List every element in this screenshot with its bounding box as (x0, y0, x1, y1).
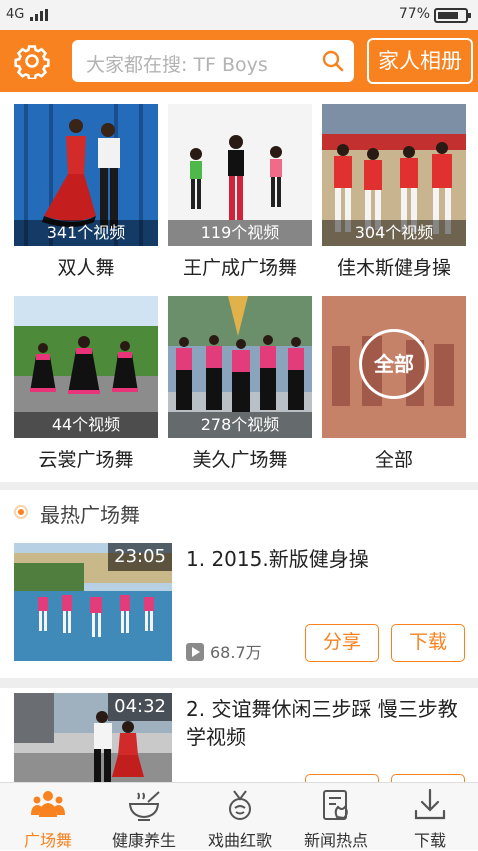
nav-item-opera[interactable]: 戏曲红歌 (192, 783, 288, 851)
bullet-icon (14, 505, 28, 519)
bottom-nav: 广场舞 健康养生 戏曲红歌 新闻热点 下载 (0, 782, 478, 850)
battery-icon (434, 8, 471, 23)
nav-label: 健康养生 (111, 831, 176, 850)
video-thumbnail[interactable]: 23:05 (14, 543, 172, 661)
share-button[interactable]: 分享 (305, 624, 379, 662)
category-grid: 341个视频 双人舞 119个视频 王广成广场舞 304个视频 佳木斯健身操 4… (0, 92, 478, 482)
video-duration: 23:05 (108, 543, 172, 571)
nav-label: 广场舞 (23, 831, 72, 850)
category-tile[interactable]: 278个视频 美久广场舞 (168, 296, 312, 482)
download-icon (414, 788, 446, 820)
nav-item-square-dance[interactable]: 广场舞 (0, 783, 96, 851)
play-count-value: 68.7万 (210, 643, 262, 662)
nav-label: 新闻热点 (303, 831, 368, 850)
battery-percent: 77% (398, 6, 430, 22)
search-icon[interactable] (322, 50, 344, 72)
category-label: 全部 (374, 449, 413, 471)
category-label: 王广成广场舞 (182, 257, 297, 279)
status-bar: 4G 77% (0, 0, 478, 30)
section-header: 最热广场舞 (0, 490, 478, 534)
gear-icon[interactable] (14, 43, 50, 79)
medal-icon (229, 790, 251, 820)
play-count: 68.7万 (186, 639, 262, 663)
search-placeholder: 大家都在搜: TF Boys (86, 54, 268, 76)
category-thumbnail: 304个视频 (322, 104, 466, 246)
category-thumbnail: 119个视频 (168, 104, 312, 246)
all-badge: 全部 (359, 329, 429, 399)
section-divider (0, 482, 478, 490)
video-title[interactable]: 1. 2015.新版健身操 (186, 545, 470, 573)
nav-item-download[interactable]: 下载 (382, 783, 478, 851)
video-title[interactable]: 2. 交谊舞休闲三步踩 慢三步教学视频 (186, 695, 470, 751)
nav-item-health[interactable]: 健康养生 (96, 783, 192, 851)
news-icon (323, 790, 348, 820)
category-tile[interactable]: 119个视频 王广成广场舞 (168, 104, 312, 290)
share-button[interactable]: 分享 (305, 774, 379, 782)
search-input[interactable]: 大家都在搜: TF Boys (72, 40, 354, 82)
category-thumbnail: 44个视频 (14, 296, 158, 438)
category-tile[interactable]: 304个视频 佳木斯健身操 (322, 104, 466, 290)
section-title: 最热广场舞 (40, 503, 140, 527)
video-thumbnail[interactable]: 04:32 (14, 693, 172, 782)
category-label: 佳木斯健身操 (336, 257, 451, 279)
category-tile[interactable]: 341个视频 双人舞 (14, 104, 158, 290)
category-tile-all[interactable]: 全部 全部 (322, 296, 466, 482)
video-count: 341个视频 (14, 220, 158, 246)
item-divider (0, 678, 478, 688)
group-icon (31, 791, 65, 817)
category-thumbnail: 全部 (322, 296, 466, 438)
list-item[interactable]: 04:32 2. 交谊舞休闲三步踩 慢三步教学视频 分享 下载 (0, 693, 478, 782)
nav-label: 下载 (413, 831, 446, 850)
list-item[interactable]: 23:05 1. 2015.新版健身操 68.7万 分享 下载 (0, 543, 478, 671)
top-bar: 大家都在搜: TF Boys 家人相册 (0, 30, 478, 92)
category-label: 云裳广场舞 (38, 449, 134, 471)
video-count: 304个视频 (322, 220, 466, 246)
video-count: 119个视频 (168, 220, 312, 246)
video-count: 278个视频 (168, 412, 312, 438)
download-button[interactable]: 下载 (391, 774, 465, 782)
category-label: 美久广场舞 (192, 449, 288, 471)
category-thumbnail: 341个视频 (14, 104, 158, 246)
bowl-icon (128, 791, 160, 821)
play-icon (186, 643, 204, 661)
network-type: 4G (6, 7, 25, 22)
category-tile[interactable]: 44个视频 云裳广场舞 (14, 296, 158, 482)
family-album-button[interactable]: 家人相册 (367, 38, 473, 84)
nav-item-news[interactable]: 新闻热点 (288, 783, 384, 851)
category-label: 双人舞 (57, 257, 115, 279)
download-button[interactable]: 下载 (391, 624, 465, 662)
video-count: 44个视频 (14, 412, 158, 438)
signal-icon (30, 9, 50, 21)
category-thumbnail: 278个视频 (168, 296, 312, 438)
video-duration: 04:32 (108, 693, 172, 721)
nav-label: 戏曲红歌 (207, 831, 272, 850)
